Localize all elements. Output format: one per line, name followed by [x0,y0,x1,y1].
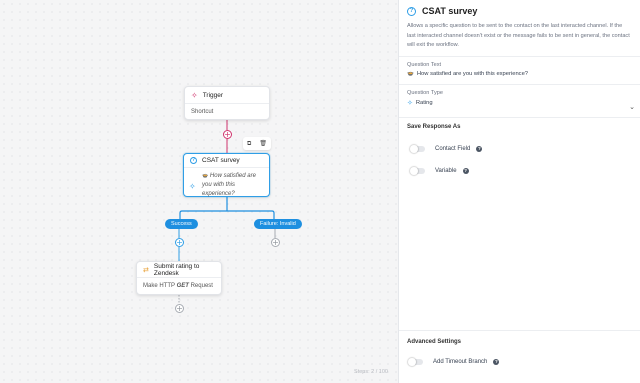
csat-node-question: How satisfied are you with this experien… [202,173,256,197]
question-icon: ? [407,6,416,16]
zendesk-node-title: Submit rating to Zendesk [153,262,200,277]
question-icon: ? [190,157,197,164]
timeout-branch-row: Add Timeout Branch ? [407,357,500,366]
contact-field-row: Contact Field ? [407,144,632,153]
node-toolbar: ⧉ 🗑 [243,137,271,150]
zendesk-method: GET [176,283,189,289]
settings-panel: ? CSAT survey Allows a specific question… [398,0,640,383]
add-step-failure-button[interactable]: + [271,238,280,247]
question-text-label: Question Text [407,62,442,68]
divider [399,330,640,331]
add-step-end-button[interactable]: + [175,304,184,313]
question-text-value: How satisfied are you with this experien… [416,71,529,77]
failure-branch-pill[interactable]: Failure: Invalid [254,219,302,229]
zendesk-body-suffix: Request [190,283,213,289]
variable-row: Variable ? [407,166,632,175]
success-branch-pill[interactable]: Success [165,219,198,229]
advanced-settings-heading: Advanced Settings [407,339,462,345]
variable-toggle[interactable] [410,166,425,175]
panel-title: CSAT survey [422,6,478,16]
add-step-button[interactable]: + [223,130,232,139]
variable-label: Variable [435,168,457,174]
panel-description: Allows a specific question to be sent to… [407,23,630,48]
save-response-heading: Save Response As [407,124,461,130]
help-icon[interactable]: ? [493,359,500,365]
contact-field-toggle[interactable] [410,144,425,153]
question-type-select[interactable]: ✧ Rating [407,99,632,107]
chevron-down-icon[interactable]: ⌄ [629,103,635,111]
csat-node-title: CSAT survey [202,157,240,164]
zendesk-node[interactable]: ⇄ Submit rating to Zendesk Make HTTP GET… [136,261,222,295]
question-type-value: Rating [415,100,433,106]
sparkle-icon: ✧ [407,99,413,107]
csat-node[interactable]: ? CSAT survey ✧ 🍲 How satisfied are you … [183,153,270,197]
zendesk-body-prefix: Make HTTP [143,283,175,289]
trigger-title: Trigger [202,91,224,99]
workflow-canvas[interactable]: ✧ Trigger Shortcut + ⧉ 🗑 ? CSAT survey ✧… [0,0,398,383]
add-step-success-button[interactable]: + [175,238,184,247]
csat-sparkle-icon: ✧ [189,182,196,191]
trigger-subtitle: Shortcut [191,109,214,115]
help-icon[interactable]: ? [476,146,483,152]
csat-emoji: 🍲 [202,173,209,179]
help-icon[interactable]: ? [462,168,469,174]
trash-icon[interactable]: 🗑 [259,140,267,147]
timeout-branch-toggle[interactable] [408,357,423,366]
question-text-field[interactable]: 🍲 How satisfied are you with this experi… [407,71,632,77]
edge-csat-branches [179,197,275,219]
http-icon: ⇄ [143,265,149,274]
trigger-node[interactable]: ✧ Trigger Shortcut [184,86,270,120]
copy-icon[interactable]: ⧉ [247,140,251,148]
question-type-label: Question Type [407,90,443,96]
timeout-branch-label: Add Timeout Branch [433,359,488,365]
steps-counter: Steps: 2 / 100 [354,369,388,375]
question-emoji: 🍲 [407,71,414,77]
sparkle-icon: ✧ [191,90,198,100]
contact-field-label: Contact Field [435,146,471,152]
